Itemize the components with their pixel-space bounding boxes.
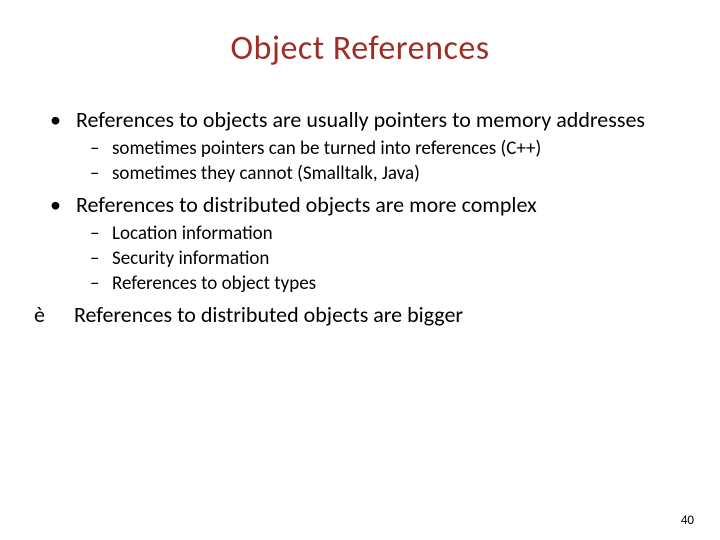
bullet-text: References to distributed objects are mo… — [76, 192, 537, 217]
bullet-group-3: è References to distributed objects are … — [30, 302, 690, 327]
bullet-special: è References to distributed objects are … — [30, 302, 690, 327]
slide-title: Object References — [30, 28, 690, 69]
bullet-dash-icon: – — [90, 273, 112, 296]
bullet-dash-icon: – — [90, 248, 112, 271]
bullet-group-2: • References to distributed objects are … — [30, 192, 690, 296]
slide-container: Object References • References to object… — [0, 0, 720, 540]
bullet-level1: • References to distributed objects are … — [50, 192, 690, 217]
bullet-text: References to objects are usually pointe… — [76, 107, 645, 132]
bullet-level2: – Security information — [90, 248, 690, 271]
bullet-dash-icon: – — [90, 163, 112, 186]
bullet-text: Location information — [112, 223, 273, 246]
bullet-arrow-icon: è — [30, 302, 74, 327]
bullet-dot-icon: • — [50, 107, 76, 132]
bullet-text: sometimes pointers can be turned into re… — [112, 138, 541, 161]
bullet-dash-icon: – — [90, 138, 112, 161]
sub-bullet-group-1: – sometimes pointers can be turned into … — [30, 138, 690, 186]
bullet-dash-icon: – — [90, 223, 112, 246]
sub-bullet-group-2: – Location information – Security inform… — [30, 223, 690, 295]
bullet-text: References to distributed objects are bi… — [74, 302, 463, 327]
bullet-dot-icon: • — [50, 192, 76, 217]
bullet-level1: • References to objects are usually poin… — [50, 107, 690, 132]
bullet-text: Security information — [112, 248, 269, 271]
bullet-level2: – sometimes they cannot (Smalltalk, Java… — [90, 163, 690, 186]
bullet-level2: – References to object types — [90, 273, 690, 296]
bullet-level2: – sometimes pointers can be turned into … — [90, 138, 690, 161]
bullet-text: sometimes they cannot (Smalltalk, Java) — [112, 163, 420, 186]
page-number: 40 — [681, 513, 694, 528]
bullet-group-1: • References to objects are usually poin… — [30, 107, 690, 186]
bullet-level2: – Location information — [90, 223, 690, 246]
bullet-text: References to object types — [112, 273, 316, 296]
